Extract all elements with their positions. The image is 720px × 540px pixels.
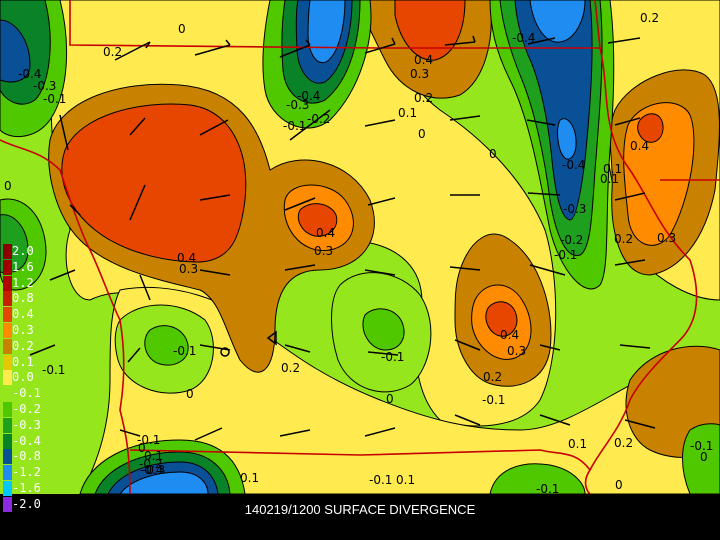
legend-swatch — [3, 354, 12, 370]
legend-swatch — [3, 465, 12, 481]
legend-row: -1.6 — [3, 481, 43, 496]
legend-label: -0.4 — [12, 433, 41, 448]
legend-label: -0.3 — [12, 417, 41, 432]
legend-swatch — [3, 433, 12, 449]
contour-label: -0.3 — [563, 202, 586, 216]
legend-swatch — [3, 244, 12, 259]
legend-row: 0.1 — [3, 354, 43, 370]
legend-swatch — [3, 449, 12, 465]
legend-label: -0.2 — [12, 402, 41, 416]
divergence-map: 0.2 0 -0.4 -0.3 -0.1 -0.3 -0.4 -0.1 -0.2… — [0, 0, 720, 494]
contour-label: -0.1 — [482, 393, 505, 407]
legend-row: 0.4 — [3, 307, 43, 323]
legend-label: 0.0 — [12, 370, 34, 385]
legend-row: 1.6 — [3, 259, 43, 275]
contour-label: -0.1 — [42, 363, 65, 377]
legend-label: 0.1 — [12, 354, 34, 369]
contour-label: 0.4 — [316, 226, 335, 240]
legend-swatch — [3, 370, 12, 386]
contour-label: 0 — [418, 127, 426, 141]
contour-label: -0.3 — [33, 79, 56, 93]
legend-swatch — [3, 259, 12, 275]
contour-label: 0.3 — [179, 262, 198, 276]
contour-label: 0.2 — [281, 361, 300, 375]
contour-label: -0.1 — [173, 344, 196, 358]
contour-label: -0.4 — [297, 89, 320, 103]
legend-swatch — [3, 386, 12, 402]
contour-label: 0.3 — [410, 67, 429, 81]
legend-row: -0.4 — [3, 433, 43, 449]
color-legend: 2.0 1.6 1.2 0.8 0.4 0.3 0.2 0.1 0.0 -0.1 -0.2 -0.3-… — [3, 244, 43, 514]
legend-swatch — [3, 402, 12, 417]
contour-label: 0.2 — [483, 370, 502, 384]
contour-label: 0 — [4, 179, 12, 193]
contour-label: 0.4 — [630, 139, 649, 153]
legend-row: -0.1 — [3, 386, 43, 402]
legend-swatch — [3, 338, 12, 354]
legend-label: 1.2 — [12, 275, 34, 290]
legend-row: -0.2 — [3, 402, 43, 417]
contour-label: -0.1 — [381, 350, 404, 364]
contour-label: 0.4 — [414, 53, 433, 67]
contour-label: -0.1 — [554, 248, 577, 262]
legend-swatch — [3, 323, 12, 338]
legend-row: 0.8 — [3, 291, 43, 307]
contour-label: 0.1 — [603, 162, 622, 176]
legend-row: -1.2 — [3, 465, 43, 481]
map-caption: 140219/1200 SURFACE DIVERGENCE — [244, 502, 476, 517]
legend-row: 0.2 — [3, 338, 43, 354]
contour-label: 0.3 — [657, 231, 676, 245]
contour-label: 0.2 — [640, 11, 659, 25]
legend-label: -1.2 — [12, 465, 41, 480]
legend-row: 2.0 — [3, 244, 43, 259]
contour-label: -0.4 — [140, 463, 163, 477]
legend-label: 0.8 — [12, 291, 34, 306]
contour-label: 0 — [186, 387, 194, 401]
legend-row: 0.3 — [3, 323, 43, 338]
contour-label: 0 — [386, 392, 394, 406]
contour-label: 0.1 — [396, 473, 415, 487]
legend-swatch — [3, 275, 12, 291]
legend-label: 2.0 — [12, 244, 34, 258]
legend-swatch — [3, 291, 12, 307]
contour-label: 0.2 — [614, 232, 633, 246]
contour-label: 0 — [700, 450, 708, 464]
legend-row: 1.2 — [3, 275, 43, 291]
legend-label: 0.4 — [12, 307, 34, 322]
legend-swatch — [3, 307, 12, 323]
contour-label: 0.3 — [314, 244, 333, 258]
contour-label: 0.1 — [398, 106, 417, 120]
legend-swatch — [3, 481, 12, 496]
contour-label: 0.2 — [414, 91, 433, 105]
contour-label: 0.3 — [507, 344, 526, 358]
contour-label: -0.1 — [369, 473, 392, 487]
legend-label: -0.8 — [12, 449, 41, 464]
contour-label: 0.2 — [103, 45, 122, 59]
map-panel: 0.2 0 -0.4 -0.3 -0.1 -0.3 -0.4 -0.1 -0.2… — [0, 0, 720, 512]
contour-label: 0 — [615, 478, 623, 492]
contour-label: 0 — [489, 147, 497, 161]
contour-label: -0.4 — [562, 158, 585, 172]
contour-label: 0.2 — [614, 436, 633, 450]
contour-label: -0.1 — [43, 92, 66, 106]
legend-row: -0.3 — [3, 417, 43, 433]
legend-label: 1.6 — [12, 259, 34, 274]
contour-label: -0.2 — [560, 233, 583, 247]
legend-row: 0.0 — [3, 370, 43, 386]
legend-label: -0.1 — [12, 386, 41, 401]
contour-label: 0.4 — [500, 328, 519, 342]
contour-label: 0.1 — [568, 437, 587, 451]
contour-label: 0.1 — [240, 471, 259, 485]
legend-row: -0.8 — [3, 449, 43, 465]
legend-swatch — [3, 417, 12, 433]
legend-label: 0.3 — [12, 323, 34, 337]
legend-label: -1.6 — [12, 481, 41, 495]
legend-label: 0.2 — [12, 338, 34, 353]
contour-label: -0.1 — [536, 482, 559, 494]
contour-label: 0 — [178, 22, 186, 36]
